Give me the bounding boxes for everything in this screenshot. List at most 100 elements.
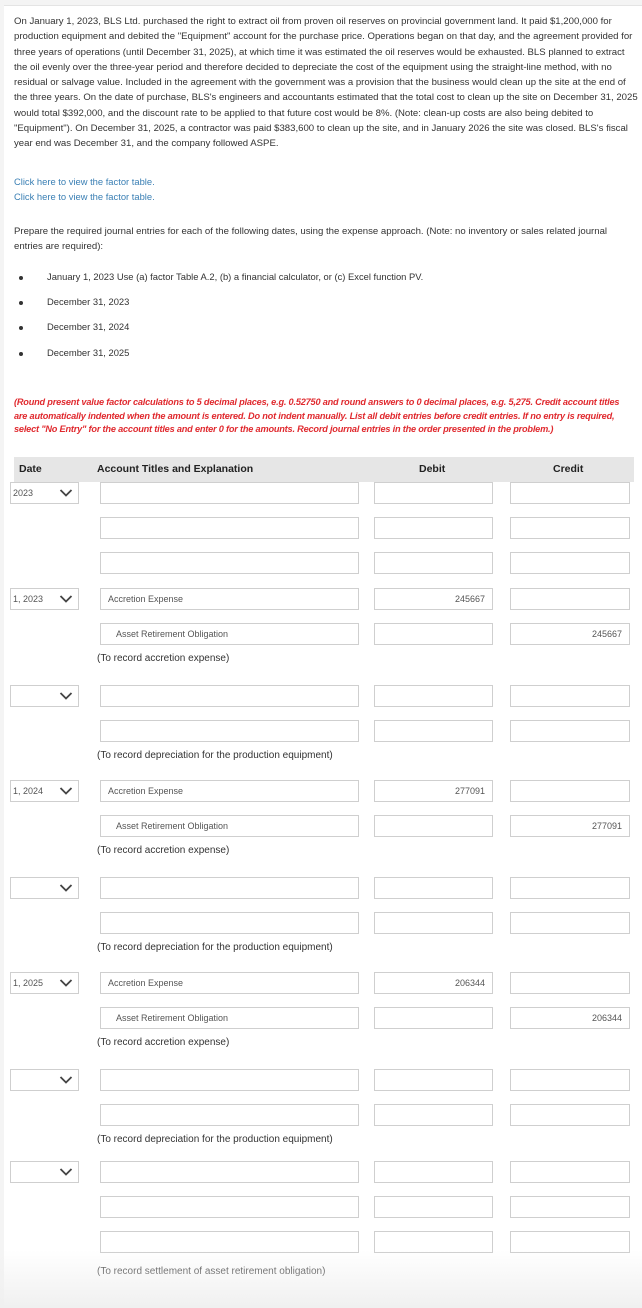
chevron-down-icon[interactable] (59, 689, 73, 703)
header-debit: Debit (419, 463, 446, 475)
date-select[interactable] (10, 1161, 79, 1183)
credit-input[interactable] (510, 1196, 630, 1218)
bullet-dot-icon (19, 352, 23, 356)
account-title-input[interactable]: Asset Retirement Obligation (100, 815, 359, 837)
entry-explanation: (To record accretion expense) (97, 845, 230, 856)
chevron-down-icon[interactable] (59, 592, 73, 606)
date-select[interactable] (10, 877, 79, 899)
account-title-input[interactable] (100, 912, 359, 934)
date-select[interactable] (10, 685, 79, 707)
debit-input[interactable] (374, 877, 493, 899)
problem-text: On January 1, 2023, BLS Ltd. purchased t… (14, 16, 638, 150)
account-title-input[interactable] (100, 482, 359, 504)
debit-input[interactable] (374, 1104, 493, 1126)
debit-input[interactable] (374, 517, 493, 539)
account-title-input[interactable] (100, 1196, 359, 1218)
page: On January 1, 2023, BLS Ltd. purchased t… (4, 5, 642, 1308)
chevron-down-icon[interactable] (59, 1073, 73, 1087)
chevron-down-icon[interactable] (59, 976, 73, 990)
date-select[interactable]: 2023 (10, 482, 79, 504)
account-title-input[interactable] (100, 552, 359, 574)
debit-input[interactable] (374, 552, 493, 574)
account-title-input[interactable]: Accretion Expense (100, 588, 359, 610)
date-select[interactable]: 1, 2025 (10, 972, 79, 994)
debit-input[interactable]: 206344 (374, 972, 493, 994)
credit-input[interactable]: 277091 (510, 815, 630, 837)
header-date: Date (19, 463, 42, 475)
date-select[interactable]: 1, 2024 (10, 780, 79, 802)
credit-input[interactable] (510, 482, 630, 504)
credit-input[interactable] (510, 1161, 630, 1183)
debit-input[interactable] (374, 1161, 493, 1183)
credit-input[interactable] (510, 588, 630, 610)
date-value: 1, 2025 (13, 978, 44, 988)
account-title-input[interactable]: Asset Retirement Obligation (100, 623, 359, 645)
bullet-dot-icon (19, 326, 23, 330)
factor-table-link-2[interactable]: Click here to view the factor table. (14, 191, 155, 202)
bullet-text: December 31, 2025 (47, 347, 130, 358)
rounding-instructions: (Round present value factor calculations… (14, 397, 620, 434)
date-select[interactable] (10, 1069, 79, 1091)
debit-input[interactable] (374, 815, 493, 837)
date-value: 1, 2023 (13, 594, 44, 604)
credit-input[interactable] (510, 1104, 630, 1126)
credit-input[interactable] (510, 972, 630, 994)
account-title-input[interactable]: Accretion Expense (100, 780, 359, 802)
date-value: 2023 (13, 488, 34, 498)
factor-table-link-1[interactable]: Click here to view the factor table. (14, 176, 155, 187)
entry-explanation: (To record depreciation for the producti… (97, 942, 333, 953)
chevron-down-icon[interactable] (59, 1165, 73, 1179)
bullet-text: December 31, 2024 (47, 321, 130, 332)
entry-explanation: (To record accretion expense) (97, 1037, 230, 1048)
account-title-input[interactable] (100, 720, 359, 742)
credit-input[interactable] (510, 552, 630, 574)
header-account: Account Titles and Explanation (97, 463, 254, 475)
account-title-input[interactable] (100, 1069, 359, 1091)
debit-input[interactable] (374, 720, 493, 742)
debit-input[interactable] (374, 482, 493, 504)
debit-input[interactable] (374, 685, 493, 707)
debit-input[interactable] (374, 623, 493, 645)
entry-explanation: (To record settlement of asset retiremen… (97, 1266, 326, 1277)
date-value: 1, 2024 (13, 786, 44, 796)
debit-input[interactable] (374, 1231, 493, 1253)
account-title-input[interactable]: Asset Retirement Obligation (100, 1007, 359, 1029)
account-title-input[interactable] (100, 685, 359, 707)
credit-input[interactable] (510, 877, 630, 899)
credit-input[interactable] (510, 1231, 630, 1253)
debit-input[interactable] (374, 912, 493, 934)
account-title-input[interactable] (100, 877, 359, 899)
bullet-dot-icon (19, 301, 23, 305)
credit-input[interactable] (510, 685, 630, 707)
account-title-input[interactable] (100, 517, 359, 539)
bullet-dot-icon (19, 276, 23, 280)
prepare-instructions: Prepare the required journal entries for… (14, 226, 608, 252)
debit-input[interactable] (374, 1069, 493, 1091)
chevron-down-icon[interactable] (59, 784, 73, 798)
bullet-text: December 31, 2023 (47, 296, 130, 307)
debit-input[interactable]: 277091 (374, 780, 493, 802)
account-title-input[interactable] (100, 1161, 359, 1183)
debit-input[interactable] (374, 1007, 493, 1029)
account-title-input[interactable] (100, 1104, 359, 1126)
entry-explanation: (To record depreciation for the producti… (97, 750, 333, 761)
bullet-text: January 1, 2023 Use (a) factor Table A.2… (47, 271, 424, 282)
date-select[interactable]: 1, 2023 (10, 588, 79, 610)
credit-input[interactable] (510, 517, 630, 539)
journal-table-header: Date Account Titles and Explanation Debi… (14, 457, 634, 482)
chevron-down-icon[interactable] (59, 881, 73, 895)
credit-input[interactable]: 206344 (510, 1007, 630, 1029)
entry-explanation: (To record accretion expense) (97, 653, 230, 664)
chevron-down-icon[interactable] (59, 486, 73, 500)
account-title-input[interactable]: Accretion Expense (100, 972, 359, 994)
credit-input[interactable]: 245667 (510, 623, 630, 645)
credit-input[interactable] (510, 912, 630, 934)
entry-explanation: (To record depreciation for the producti… (97, 1134, 333, 1145)
credit-input[interactable] (510, 780, 630, 802)
account-title-input[interactable] (100, 1231, 359, 1253)
credit-input[interactable] (510, 720, 630, 742)
credit-input[interactable] (510, 1069, 630, 1091)
debit-input[interactable] (374, 1196, 493, 1218)
debit-input[interactable]: 245667 (374, 588, 493, 610)
header-credit: Credit (553, 463, 584, 475)
